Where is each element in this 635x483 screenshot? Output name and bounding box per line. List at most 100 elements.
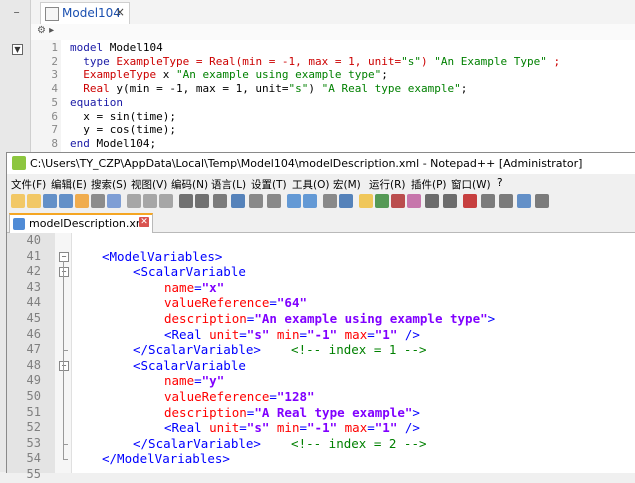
line-number: 52 [26, 420, 41, 435]
menu-item[interactable]: ? [497, 177, 503, 189]
toolbar-button-icon[interactable] [425, 194, 439, 208]
toolbar-button-icon[interactable] [267, 194, 281, 208]
toolbar-button-icon[interactable] [359, 194, 373, 208]
xml-token: valueReference [164, 295, 270, 311]
toolbar-button-icon[interactable] [287, 194, 301, 208]
code-line: 55 [7, 467, 635, 483]
toolbar-button-icon[interactable] [143, 194, 157, 208]
xml-token: = [194, 279, 202, 295]
toolbar-button-icon[interactable] [43, 194, 57, 208]
toolbar-button-icon[interactable] [443, 194, 457, 208]
toolbar-button-icon[interactable] [303, 194, 317, 208]
xml-token: unit [209, 420, 240, 436]
xml-token: /> [397, 420, 420, 436]
menu-item[interactable]: 视图(V) [131, 177, 167, 192]
code-token: Real [70, 82, 117, 96]
menu-item[interactable]: 搜索(S) [91, 177, 127, 192]
fold-toggle-icon[interactable]: − [59, 251, 69, 262]
xml-token: "x" [201, 279, 225, 295]
toolbar-button-icon[interactable] [391, 194, 405, 208]
menu-item[interactable]: 工具(O) [292, 177, 329, 192]
toolbar-button-icon[interactable] [213, 194, 227, 208]
line-number: 55 [26, 467, 41, 481]
menu-item[interactable]: 编辑(E) [51, 177, 87, 192]
code-token: x [162, 68, 176, 82]
menu-item[interactable]: 窗口(W) [451, 177, 491, 192]
tab-modeldescription[interactable]: modelDescription.xml ✕ [9, 213, 153, 234]
xml-token: valueReference [164, 389, 270, 404]
xml-token: "128" [276, 389, 315, 404]
close-icon[interactable]: × [115, 5, 125, 19]
toolbar-button-icon[interactable] [517, 194, 531, 208]
toolbar-button-icon[interactable] [323, 194, 337, 208]
toolbar-button-icon[interactable] [195, 194, 209, 208]
menu-item[interactable]: 编码(N) [171, 177, 208, 192]
xml-token: = [239, 326, 247, 342]
toolbar-button-icon[interactable] [179, 194, 193, 208]
toolbar-button-icon[interactable] [231, 194, 245, 208]
toolbar-button-icon[interactable] [481, 194, 495, 208]
menu-item[interactable]: 宏(M) [333, 177, 361, 192]
code-token: ) [421, 54, 435, 68]
toolbar-button-icon[interactable] [499, 194, 513, 208]
line-number: 6 [51, 109, 58, 123]
code-line: 6 x = sin(time); [31, 110, 635, 124]
xml-token: "s" [246, 326, 270, 342]
line-number: 43 [26, 279, 41, 294]
xml-token: = [269, 295, 277, 311]
breadcrumb-icons[interactable]: ⚙ ▸ [37, 25, 54, 36]
toolbar-button-icon[interactable] [535, 194, 549, 208]
code-token: Model104; [96, 136, 157, 150]
code-line: 4 Real y(min = -1, max = 1, unit="s") "A… [31, 82, 635, 96]
xml-token: <ScalarVariable [133, 357, 246, 373]
code-line: 2 type ExampleType = Real(min = -1, max … [31, 55, 635, 69]
code-line: 7 y = cos(time); [31, 123, 635, 137]
xml-token: "y" [201, 373, 225, 389]
toolbar-button-icon[interactable] [159, 194, 173, 208]
toolbar-button-icon[interactable] [127, 194, 141, 208]
xml-token: </ModelVariables> [102, 451, 230, 467]
menu-item[interactable]: 运行(R) [369, 177, 406, 192]
toolbar-button-icon[interactable] [463, 194, 477, 208]
fold-toggle-icon[interactable]: − [59, 267, 69, 278]
toolbar-button-icon[interactable] [11, 194, 25, 208]
line-number: 54 [26, 451, 41, 466]
line-number: 2 [51, 54, 58, 68]
menu-item[interactable]: 文件(F) [11, 177, 46, 192]
xml-token: "-1" [307, 326, 338, 342]
window-title-bar[interactable]: C:\Users\TY_CZP\AppData\Local\Temp\Model… [7, 153, 635, 174]
code-line: 45 description="An example using example … [7, 311, 635, 327]
xml-code-editor[interactable]: 4041<ModelVariables>−42<ScalarVariable−4… [7, 233, 635, 481]
code-token: y(min = -1, max = 1, unit= [116, 82, 289, 96]
code-text: <ScalarVariable [133, 264, 246, 280]
code-line: 51 description="A Real type example"> [7, 405, 635, 421]
toolbar-button-icon[interactable] [407, 194, 421, 208]
code-line: 1 model Model104 [31, 41, 635, 55]
dropdown-button[interactable]: ▼ [12, 44, 23, 55]
menu-item[interactable]: 语言(L) [211, 177, 246, 192]
code-text: model Model104 [70, 41, 163, 55]
menu-item[interactable]: 设置(T) [251, 177, 287, 192]
toolbar-button-icon[interactable] [91, 194, 105, 208]
fold-toggle-icon[interactable]: − [59, 360, 69, 371]
xml-token: </ScalarVariable> [133, 342, 261, 358]
toolbar-button-icon[interactable] [339, 194, 353, 208]
xml-token: <ScalarVariable [133, 264, 246, 280]
code-token: end [70, 136, 97, 150]
toolbar-button-icon[interactable] [59, 194, 73, 208]
collapse-button[interactable]: − [12, 8, 21, 17]
close-icon[interactable]: ✕ [139, 217, 149, 227]
code-token: ) [308, 82, 322, 96]
xml-token: description [164, 404, 247, 420]
tab-model104[interactable]: Model104 × [40, 2, 130, 24]
code-line: 54 </ModelVariables> [7, 451, 635, 467]
toolbar-button-icon[interactable] [375, 194, 389, 208]
toolbar-button-icon[interactable] [249, 194, 263, 208]
toolbar-button-icon[interactable] [107, 194, 121, 208]
menu-item[interactable]: 插件(P) [411, 177, 447, 192]
toolbar-button-icon[interactable] [75, 194, 89, 208]
xml-token: <Real [164, 326, 210, 342]
toolbar-button-icon[interactable] [27, 194, 41, 208]
file-icon [13, 218, 25, 230]
omedit-code-editor[interactable]: 1 model Model104 2 type ExampleType = Real… [31, 40, 635, 152]
